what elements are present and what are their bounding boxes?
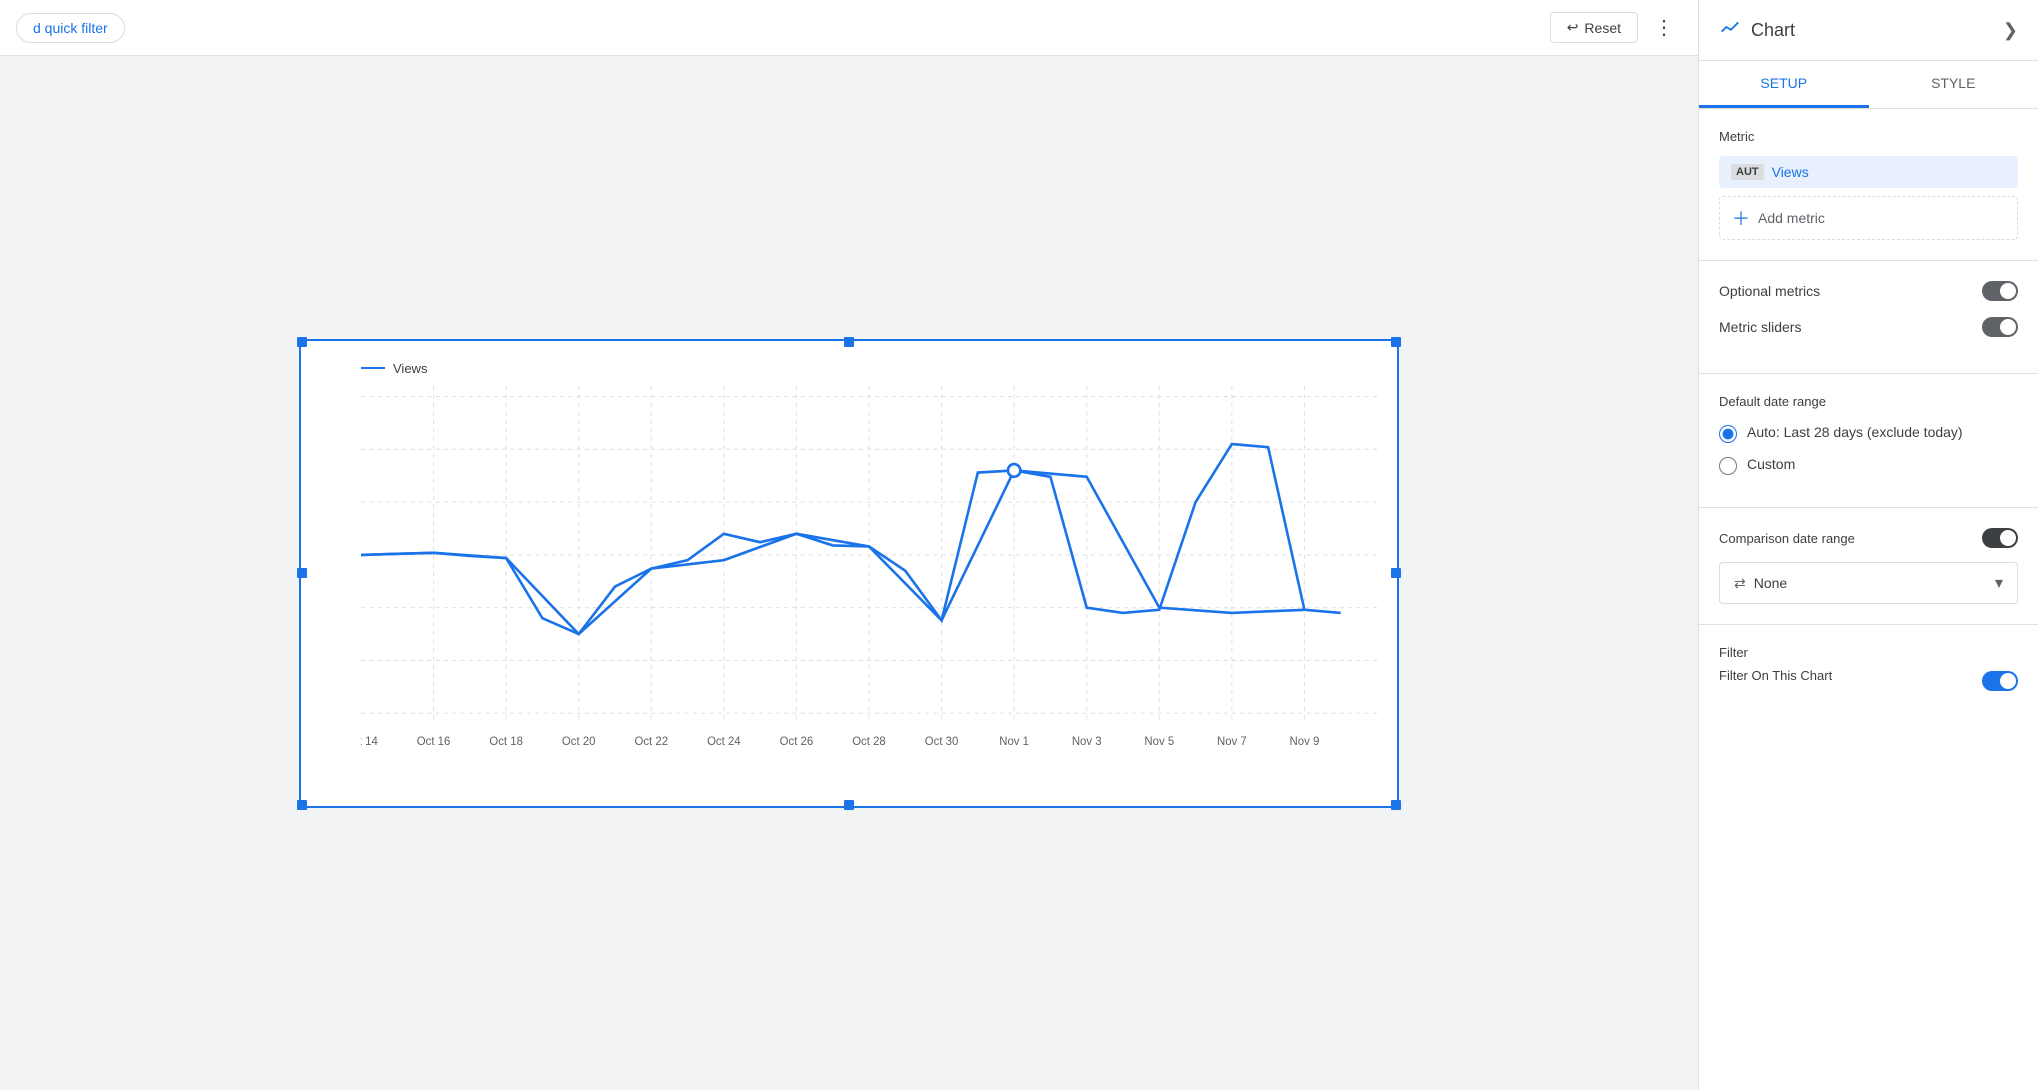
metric-chip[interactable]: AUT Views [1719, 156, 2018, 188]
custom-radio-row: Custom [1719, 455, 2018, 475]
chart-icon [1719, 16, 1741, 44]
filter-section: Filter Filter On This Chart [1699, 625, 2038, 729]
comparison-arrows-icon: ⇄ [1734, 575, 1746, 592]
svg-text:Oct 18: Oct 18 [489, 735, 523, 747]
panel-tabs: SETUP STYLE [1699, 61, 2038, 109]
auto-radio[interactable] [1719, 425, 1737, 443]
metric-section-label: Metric [1719, 129, 2018, 144]
svg-text:Oct 14: Oct 14 [361, 735, 378, 747]
metric-sliders-label: Metric sliders [1719, 319, 1801, 335]
optional-metrics-label: Optional metrics [1719, 283, 1820, 299]
filter-on-chart-label: Filter On This Chart [1719, 668, 1832, 683]
resize-handle-right[interactable] [1391, 568, 1401, 578]
svg-text:Nov 1: Nov 1 [999, 735, 1029, 747]
filter-on-chart-row: Filter On This Chart [1719, 668, 2018, 693]
comparison-toggle[interactable] [1982, 528, 2018, 548]
add-metric-plus-icon: ＋ [1732, 205, 1750, 231]
metric-sliders-toggle[interactable] [1982, 317, 2018, 337]
custom-radio[interactable] [1719, 457, 1737, 475]
resize-handle-left[interactable] [297, 568, 307, 578]
auto-radio-row: Auto: Last 28 days (exclude today) [1719, 423, 2018, 443]
svg-text:Oct 16: Oct 16 [417, 735, 451, 747]
svg-text:Nov 3: Nov 3 [1072, 735, 1102, 747]
chart-legend: Views [361, 361, 1377, 376]
resize-handle-tr[interactable] [1391, 337, 1401, 347]
toolbar: d quick filter ↩ Reset ⋮ [0, 0, 1698, 56]
svg-text:Oct 28: Oct 28 [852, 735, 886, 747]
toggles-section: Optional metrics Metric sliders [1699, 261, 2038, 374]
svg-text:Nov 5: Nov 5 [1144, 735, 1174, 747]
tab-style[interactable]: STYLE [1869, 61, 2038, 108]
metric-chip-label: Views [1772, 164, 2006, 180]
resize-handle-tl[interactable] [297, 337, 307, 347]
panel-collapse-button[interactable]: ❯ [2003, 20, 2018, 41]
chart-svg: 30K 25K 20K 15K 10K 5K 0 [361, 386, 1377, 766]
svg-text:Oct 30: Oct 30 [925, 735, 959, 747]
custom-radio-label: Custom [1747, 455, 1795, 475]
comparison-header: Comparison date range [1719, 528, 2018, 548]
right-panel: Chart ❯ SETUP STYLE Metric AUT Views ＋ A… [1698, 0, 2038, 1090]
filter-title: Filter [1719, 645, 2018, 660]
panel-header: Chart ❯ [1699, 0, 2038, 61]
reset-icon: ↩ [1567, 19, 1579, 36]
main-content: d quick filter ↩ Reset ⋮ Views [0, 0, 1698, 1090]
add-metric-label: Add metric [1758, 210, 1825, 226]
metric-badge: AUT [1731, 164, 1764, 180]
legend-label: Views [393, 361, 427, 376]
tab-setup[interactable]: SETUP [1699, 61, 1869, 108]
svg-text:Oct 26: Oct 26 [780, 735, 814, 747]
optional-metrics-row: Optional metrics [1719, 281, 2018, 301]
metric-section: Metric AUT Views ＋ Add metric [1699, 109, 2038, 261]
more-options-button[interactable]: ⋮ [1646, 11, 1682, 44]
svg-text:Nov 7: Nov 7 [1217, 735, 1247, 747]
canvas-area: Views [0, 56, 1698, 1090]
resize-handle-br[interactable] [1391, 800, 1401, 810]
date-range-title: Default date range [1719, 394, 2018, 409]
reset-button[interactable]: ↩ Reset [1550, 12, 1638, 43]
resize-handle-bl[interactable] [297, 800, 307, 810]
auto-radio-label: Auto: Last 28 days (exclude today) [1747, 423, 1963, 443]
add-metric-button[interactable]: ＋ Add metric [1719, 196, 2018, 240]
svg-text:Oct 20: Oct 20 [562, 735, 596, 747]
svg-text:Nov 9: Nov 9 [1290, 735, 1320, 747]
chart-container[interactable]: Views [299, 339, 1399, 808]
svg-text:Oct 22: Oct 22 [634, 735, 668, 747]
comparison-dropdown[interactable]: ⇄ None ▾ [1719, 562, 2018, 604]
chevron-down-icon: ▾ [1995, 573, 2003, 593]
comparison-title: Comparison date range [1719, 531, 1855, 546]
quick-filter-button[interactable]: d quick filter [16, 13, 125, 43]
panel-title: Chart [1751, 20, 1795, 41]
legend-line [361, 367, 385, 369]
svg-text:Oct 24: Oct 24 [707, 735, 741, 747]
comparison-section: Comparison date range ⇄ None ▾ [1699, 508, 2038, 625]
optional-metrics-toggle[interactable] [1982, 281, 2018, 301]
metric-sliders-row: Metric sliders [1719, 317, 2018, 337]
comparison-dropdown-left: ⇄ None [1734, 575, 1787, 592]
comparison-value: None [1754, 575, 1787, 591]
panel-title-group: Chart [1719, 16, 1795, 44]
filter-on-chart-toggle[interactable] [1982, 671, 2018, 691]
date-range-section: Default date range Auto: Last 28 days (e… [1699, 374, 2038, 508]
